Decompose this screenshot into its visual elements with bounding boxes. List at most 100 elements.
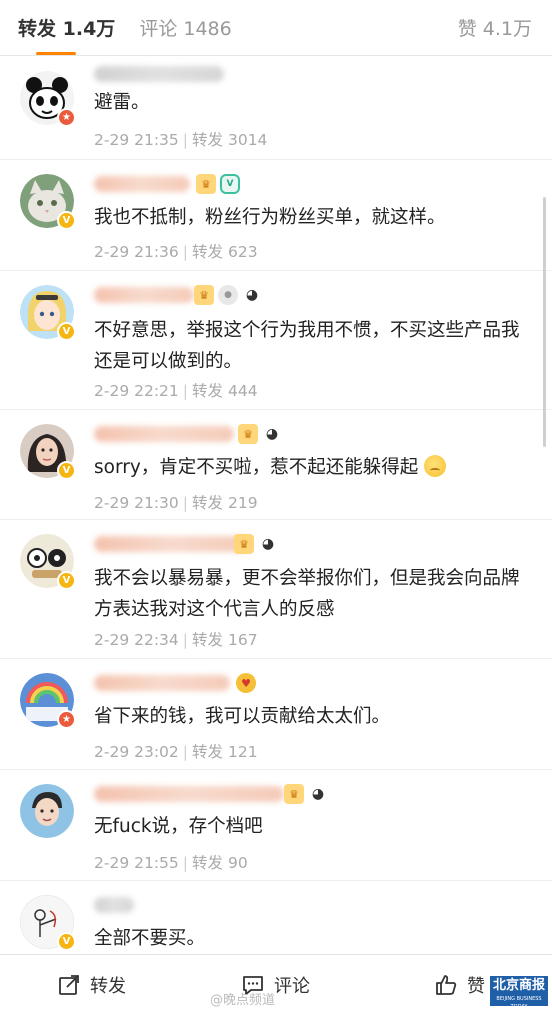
username-blurred[interactable]: [94, 897, 134, 913]
repost-text: 省下来的钱，我可以贡献给太太们。: [94, 706, 391, 727]
timestamp: 2-29 21:55: [94, 854, 179, 872]
user-badges: ♛ ◕: [238, 424, 282, 444]
avatar[interactable]: ★: [20, 71, 76, 127]
tab-reposts-label: 转发: [18, 18, 57, 40]
avatar[interactable]: V: [20, 534, 76, 590]
repost-meta: 2-29 21:36 | 转发 623: [94, 243, 258, 261]
repost-label: 转发: [192, 631, 224, 649]
repost-count: 90: [227, 854, 248, 872]
username-blurred[interactable]: [94, 426, 234, 442]
bottom-action-bar: 转发 评论 赞: [0, 954, 552, 1014]
share-icon: [59, 974, 79, 995]
repost-label: 转发: [192, 743, 224, 761]
logo-text: 北京商报: [492, 978, 545, 993]
repost-text: 无fuck说，存个档吧: [94, 816, 263, 837]
repost-button[interactable]: 转发: [0, 972, 184, 998]
avatar[interactable]: [20, 784, 74, 838]
comment-button-label: 评论: [274, 975, 310, 997]
medal-icon: ●: [218, 285, 238, 305]
username-blurred[interactable]: [94, 675, 230, 691]
tab-comments[interactable]: 评论 1486: [139, 14, 231, 41]
tab-likes[interactable]: 赞 4.1万: [458, 14, 532, 41]
verified-badge-icon: ★: [57, 710, 76, 729]
repost-label: 转发: [192, 494, 224, 512]
panda-icon: ◕: [265, 426, 279, 442]
verified-badge-icon: V: [57, 322, 76, 341]
verified-badge-icon: V: [57, 211, 76, 230]
crown-icon: ♛: [196, 174, 216, 194]
user-badges: ♛ ● ◕: [194, 285, 262, 305]
repost-text: 我也不抵制，粉丝行为粉丝买单，就这样。: [94, 207, 446, 228]
repost-count: 121: [227, 743, 258, 761]
repost-meta: 2-29 22:21 | 转发 444: [94, 382, 258, 400]
timestamp: 2-29 22:21: [94, 382, 179, 400]
like-button-label: 赞: [467, 975, 485, 997]
repost-meta: 2-29 21:35 | 转发 3014: [94, 131, 268, 149]
list-item[interactable]: V ♛ ◕ 我不会以暴易暴，更不会举报你们，但是我会向品牌方表达我对这个代言人的…: [0, 520, 552, 659]
publisher-logo: 北京商报 BEIJING BUSINESS TODAY: [490, 976, 548, 1010]
tab-likes-count: 4.1万: [482, 18, 532, 40]
list-item[interactable]: ★ 避雷。 2-29 21:35 | 转发 3014: [0, 57, 552, 160]
repost-text: 避雷。: [94, 92, 150, 113]
repost-count: 623: [227, 243, 258, 261]
tab-comments-count: 1486: [183, 18, 232, 40]
repost-label: 转发: [192, 243, 224, 261]
list-item[interactable]: V ♛ ● ◕ 不好意思，举报这个行为我用不惯，不买这些产品我还是可以做到的。 …: [0, 271, 552, 410]
panda-icon: ◕: [311, 786, 325, 802]
avatar[interactable]: V: [20, 895, 76, 951]
avatar[interactable]: V: [20, 285, 76, 341]
avatar[interactable]: V: [20, 174, 76, 230]
heart-icon: ♥: [236, 673, 256, 693]
avatar[interactable]: ★: [20, 673, 76, 729]
repost-text: sorry，肯定不买啦，惹不起还能躲得起: [94, 452, 528, 483]
username-blurred[interactable]: [94, 786, 284, 802]
tab-reposts-count: 1.4万: [62, 18, 116, 40]
repost-count: 219: [227, 494, 258, 512]
timestamp: 2-29 21:30: [94, 494, 179, 512]
repost-text: 我不会以暴易暴，更不会举报你们，但是我会向品牌方表达我对这个代言人的反感: [94, 568, 520, 620]
logo-subtext: BEIJING BUSINESS TODAY: [496, 996, 542, 1010]
list-item[interactable]: ★ ♥ 省下来的钱，我可以贡献给太太们。 2-29 23:02 | 转发 121: [0, 659, 552, 770]
man-avatar-icon: [20, 784, 74, 838]
repost-text: 不好意思，举报这个行为我用不惯，不买这些产品我还是可以做到的。: [94, 320, 520, 372]
repost-meta: 2-29 22:34 | 转发 167: [94, 631, 258, 649]
user-badges: ♛ ◕: [284, 784, 328, 804]
repost-count: 3014: [227, 131, 268, 149]
verified-badge-icon: V: [57, 932, 76, 951]
repost-count: 444: [227, 382, 258, 400]
repost-button-label: 转发: [90, 975, 126, 997]
verified-badge-icon: ★: [57, 108, 76, 127]
list-item[interactable]: ♛ ◕ 无fuck说，存个档吧 2-29 21:55 | 转发 90: [0, 770, 552, 881]
repost-count: 167: [227, 631, 258, 649]
tab-reposts[interactable]: 转发 1.4万: [18, 14, 115, 41]
username-blurred[interactable]: [94, 66, 224, 82]
repost-meta: 2-29 23:02 | 转发 121: [94, 743, 258, 761]
user-badges: ♥: [236, 673, 256, 693]
user-badges: ♛ ◕: [234, 534, 278, 554]
timestamp: 2-29 21:35: [94, 131, 179, 149]
repost-label: 转发: [192, 854, 224, 872]
verified-badge-icon: V: [57, 461, 76, 480]
panda-icon: ◕: [245, 287, 259, 303]
username-blurred[interactable]: [94, 176, 190, 192]
list-item[interactable]: V 全部不要买。: [0, 881, 552, 954]
username-blurred[interactable]: [94, 536, 250, 552]
crown-icon: ♛: [238, 424, 258, 444]
avatar[interactable]: V: [20, 424, 76, 480]
repost-meta: 2-29 21:55 | 转发 90: [94, 854, 248, 872]
crown-icon: ♛: [194, 285, 214, 305]
username-blurred[interactable]: [94, 287, 194, 303]
timestamp: 2-29 21:36: [94, 243, 179, 261]
shield-icon: V: [220, 174, 240, 194]
repost-label: 转发: [192, 131, 224, 149]
scrollbar[interactable]: [543, 197, 546, 447]
repost-list[interactable]: ★ 避雷。 2-29 21:35 | 转发 3014 V ♛ V 我也不抵制，粉…: [0, 57, 552, 954]
active-tab-indicator: [36, 52, 76, 55]
repost-label: 转发: [192, 382, 224, 400]
tab-bar: 转发 1.4万 评论 1486 赞 4.1万: [0, 0, 552, 56]
sleepy-emoji-icon: [424, 455, 447, 477]
crown-icon: ♛: [284, 784, 304, 804]
repost-text: 全部不要买。: [94, 928, 206, 949]
list-item[interactable]: V ♛ ◕ sorry，肯定不买啦，惹不起还能躲得起 2-29 21:30 | 转发…: [0, 410, 552, 520]
list-item[interactable]: V ♛ V 我也不抵制，粉丝行为粉丝买单，就这样。 2-29 21:36 | 转发 …: [0, 160, 552, 271]
